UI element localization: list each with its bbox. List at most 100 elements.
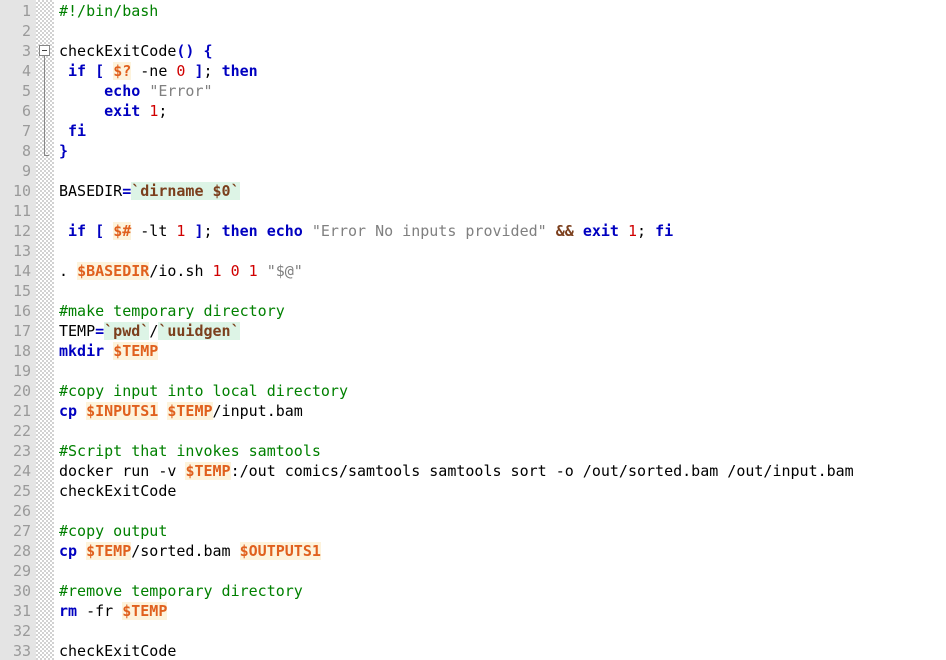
code-line[interactable]: checkExitCode (54, 481, 946, 501)
token-plain: / (149, 322, 159, 340)
token-keyword: cp (59, 402, 78, 420)
token-brace: () { (176, 42, 213, 60)
code-line[interactable]: #!/bin/bash (54, 1, 946, 21)
token-number: 1 (627, 222, 637, 240)
line-number: 5 (21, 82, 31, 100)
code-line[interactable]: if [ $? -ne 0 ]; then (54, 61, 946, 81)
token-var: $OUTPUTS1 (239, 542, 321, 560)
code-line[interactable]: #Script that invokes samtools (54, 441, 946, 461)
line-number: 22 (12, 422, 31, 440)
token-keyword: cp (59, 542, 78, 560)
token-var: $TEMP (185, 462, 231, 480)
line-number: 32 (12, 622, 31, 640)
code-line[interactable]: #make temporary directory (54, 301, 946, 321)
token-var: $BASEDIR (77, 262, 150, 280)
line-number: 4 (21, 62, 31, 80)
code-line[interactable] (54, 561, 946, 581)
code-line[interactable]: checkExitCode() { (54, 41, 946, 61)
code-line[interactable]: #copy input into local directory (54, 381, 946, 401)
token-var: $TEMP (113, 342, 159, 360)
token-plain: -ne (131, 62, 177, 80)
token-plain: -fr (77, 602, 123, 620)
code-line[interactable]: mkdir $TEMP (54, 341, 946, 361)
code-line[interactable] (54, 421, 946, 441)
code-line[interactable] (54, 21, 946, 41)
token-keyword: rm (59, 602, 78, 620)
code-line[interactable]: #copy output (54, 521, 946, 541)
token-operator: = (95, 322, 105, 340)
code-line[interactable]: #remove temporary directory (54, 581, 946, 601)
line-number: 11 (12, 202, 31, 220)
token-keyword: echo (266, 222, 303, 240)
code-line[interactable] (54, 201, 946, 221)
fold-margin[interactable] (36, 0, 54, 660)
line-number: 23 (12, 442, 31, 460)
code-line[interactable]: docker run -v $TEMP:/out comics/samtools… (54, 461, 946, 481)
code-line[interactable]: exit 1; (54, 101, 946, 121)
token-comment: #copy input into local directory (59, 382, 348, 400)
code-line[interactable]: cp $INPUTS1 $TEMP/input.bam (54, 401, 946, 421)
token-brace: [ (95, 62, 105, 80)
token-keyword: mkdir (59, 342, 105, 360)
token-keyword: if (68, 222, 87, 240)
token-keyword: fi (655, 222, 674, 240)
token-keyword: exit (582, 222, 619, 240)
line-number: 24 (12, 462, 31, 480)
token-backtick: `dirname $0` (131, 182, 240, 200)
line-number: 15 (12, 282, 31, 300)
code-line[interactable] (54, 501, 946, 521)
line-number: 8 (21, 142, 31, 160)
token-brace: } (59, 142, 69, 160)
code-line[interactable]: fi (54, 121, 946, 141)
token-keyword: fi (68, 122, 87, 140)
code-line[interactable] (54, 621, 946, 641)
code-line[interactable] (54, 241, 946, 261)
code-line[interactable]: TEMP=`pwd`/`uuidgen` (54, 321, 946, 341)
fold-minus-icon[interactable] (39, 45, 50, 56)
code-line[interactable] (54, 361, 946, 381)
token-brace: ] (194, 222, 204, 240)
code-line[interactable] (54, 161, 946, 181)
code-line[interactable] (54, 281, 946, 301)
line-number: 1 (21, 2, 31, 20)
line-number: 27 (12, 522, 31, 540)
token-plain: checkExitCode (59, 42, 177, 60)
token-comment: #Script that invokes samtools (59, 442, 321, 460)
token-plain: /sorted.bam (131, 542, 240, 560)
code-editor[interactable]: 1 2 3 4 5 6 7 8 9 10 11 12 13 14 15 16 17 18 19 20 21 22 23 24 2… (0, 0, 946, 660)
code-line[interactable]: checkExitCode (54, 641, 946, 660)
token-plain: -lt (131, 222, 177, 240)
token-amp: && (555, 222, 574, 240)
code-line[interactable]: BASEDIR=`dirname $0` (54, 181, 946, 201)
line-number: 16 (12, 302, 31, 320)
code-line[interactable]: cp $TEMP/sorted.bam $OUTPUTS1 (54, 541, 946, 561)
code-content[interactable]: #!/bin/bash checkExitCode() { if [ $? -n… (54, 0, 946, 660)
code-line[interactable]: } (54, 141, 946, 161)
token-plain: :/out comics/samtools samtools sort -o /… (230, 462, 854, 480)
line-number: 6 (21, 102, 31, 120)
code-line[interactable]: echo "Error" (54, 81, 946, 101)
line-number: 13 (12, 242, 31, 260)
token-number: 0 (230, 262, 240, 280)
token-brace: ] (194, 62, 204, 80)
code-line[interactable]: . $BASEDIR/io.sh 1 0 1 "$@" (54, 261, 946, 281)
code-line[interactable]: if [ $# -lt 1 ]; then echo "Error No inp… (54, 221, 946, 241)
line-number: 25 (12, 482, 31, 500)
token-plain: ; (203, 222, 222, 240)
token-plain: ; (637, 222, 656, 240)
line-number: 33 (12, 642, 31, 660)
token-backtick: `uuidgen` (158, 322, 240, 340)
token-plain: /io.sh (149, 262, 213, 280)
code-line[interactable]: rm -fr $TEMP (54, 601, 946, 621)
